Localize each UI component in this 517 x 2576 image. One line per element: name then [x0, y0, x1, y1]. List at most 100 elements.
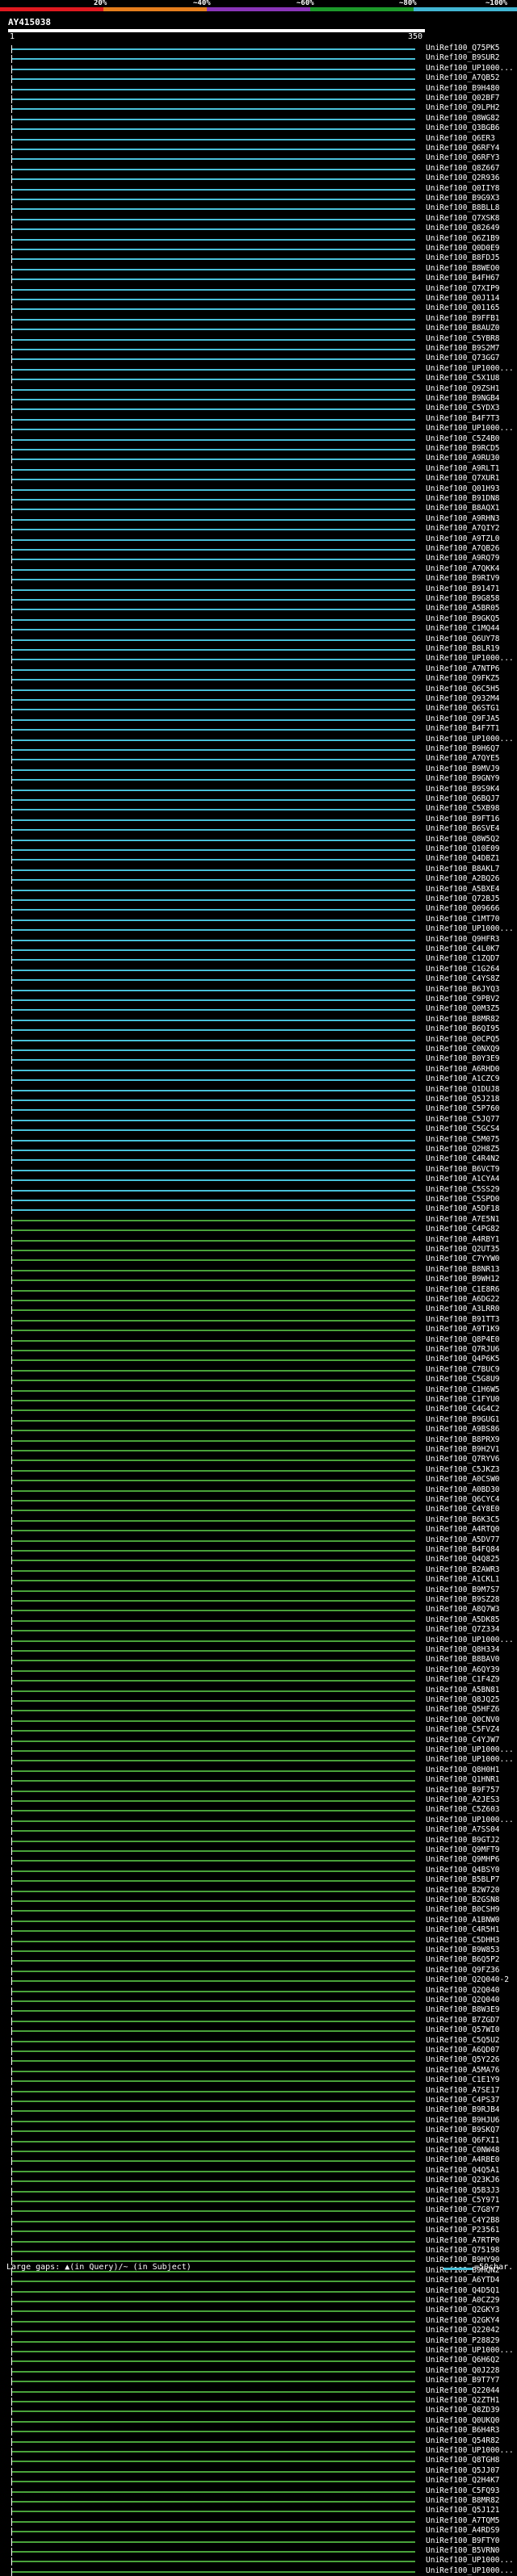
- hit-label[interactable]: UniRef100_Q2Q040-2: [426, 1975, 509, 1985]
- table-row[interactable]: UniRef100_B6Q5P2: [0, 1955, 517, 1966]
- hit-label[interactable]: UniRef100_Q7XUR1: [426, 474, 500, 484]
- hit-label[interactable]: UniRef100_C5X1U8: [426, 374, 500, 383]
- hit-label[interactable]: UniRef100_Q2R936: [426, 174, 500, 183]
- table-row[interactable]: UniRef100_A2BQ26: [0, 874, 517, 885]
- table-row[interactable]: UniRef100_Q01H93: [0, 484, 517, 494]
- hit-label[interactable]: UniRef100_A5BR05: [426, 604, 500, 614]
- table-row[interactable]: UniRef100_Q9MFT9: [0, 1845, 517, 1855]
- hit-label[interactable]: UniRef100_Q4DBZ1: [426, 854, 500, 864]
- table-row[interactable]: UniRef100_B6H4R3: [0, 2426, 517, 2436]
- hit-label[interactable]: UniRef100_B9T7Y7: [426, 2376, 500, 2385]
- table-row[interactable]: UniRef100_A5BN81: [0, 1686, 517, 1695]
- table-row[interactable]: UniRef100_UP1000...: [0, 1755, 517, 1766]
- table-row[interactable]: UniRef100_B2W720: [0, 1886, 517, 1895]
- table-row[interactable]: UniRef100_Q01165: [0, 304, 517, 314]
- hit-label[interactable]: UniRef100_Q9MFT9: [426, 1845, 500, 1855]
- table-row[interactable]: UniRef100_B8WEO0: [0, 264, 517, 274]
- hit-label[interactable]: UniRef100_A0CSW0: [426, 1475, 500, 1485]
- table-row[interactable]: UniRef100_C5GCS4: [0, 1125, 517, 1135]
- hit-label[interactable]: UniRef100_C5YDX3: [426, 404, 500, 413]
- hit-label[interactable]: UniRef100_B6JYQ3: [426, 985, 500, 995]
- table-row[interactable]: UniRef100_Q0UKQ0: [0, 2416, 517, 2426]
- table-row[interactable]: UniRef100_B8W3E9: [0, 2005, 517, 2016]
- table-row[interactable]: UniRef100_B9FFB1: [0, 314, 517, 324]
- hit-label[interactable]: UniRef100_A1BNW0: [426, 1916, 500, 1925]
- table-row[interactable]: UniRef100_A7QB26: [0, 544, 517, 554]
- hit-label[interactable]: UniRef100_Q5J218: [426, 1095, 500, 1104]
- table-row[interactable]: UniRef100_Q5J218: [0, 1095, 517, 1104]
- hit-label[interactable]: UniRef100_C5SPD0: [426, 1195, 500, 1204]
- table-row[interactable]: UniRef100_Q0CPQ5: [0, 1035, 517, 1045]
- hit-label[interactable]: UniRef100_C5Z603: [426, 1805, 500, 1815]
- hit-label[interactable]: UniRef100_B5VRN0: [426, 2546, 500, 2556]
- table-row[interactable]: UniRef100_Q02BF7: [0, 94, 517, 103]
- hit-label[interactable]: UniRef100_C4Y2B8: [426, 2216, 500, 2226]
- table-row[interactable]: UniRef100_C5FQ93: [0, 2486, 517, 2496]
- table-row[interactable]: UniRef100_C1G264: [0, 965, 517, 974]
- hit-label[interactable]: UniRef100_Q9MHP6: [426, 1855, 500, 1865]
- table-row[interactable]: UniRef100_Q10E09: [0, 844, 517, 854]
- hit-label[interactable]: UniRef100_B6VCT9: [426, 1165, 500, 1175]
- table-row[interactable]: UniRef100_Q7XIP9: [0, 284, 517, 294]
- table-row[interactable]: UniRef100_A1CYA4: [0, 1175, 517, 1185]
- hit-label[interactable]: UniRef100_Q7Z334: [426, 1625, 500, 1635]
- hit-label[interactable]: UniRef100_B8BLL8: [426, 203, 500, 213]
- hit-label[interactable]: UniRef100_C4L0K7: [426, 945, 500, 954]
- hit-label[interactable]: UniRef100_B9SZ28: [426, 1595, 500, 1605]
- table-row[interactable]: UniRef100_Q9FJA5: [0, 714, 517, 724]
- table-row[interactable]: UniRef100_Q2H4K7: [0, 2476, 517, 2486]
- hit-label[interactable]: UniRef100_Q4BSY0: [426, 1866, 500, 1875]
- hit-label[interactable]: UniRef100_C5Z4B0: [426, 434, 500, 444]
- table-row[interactable]: UniRef100_B4F7T1: [0, 724, 517, 735]
- hit-label[interactable]: UniRef100_B0Y3E9: [426, 1054, 500, 1064]
- hit-label[interactable]: UniRef100_B2GSN8: [426, 1895, 500, 1905]
- hit-label[interactable]: UniRef100_Q8P4E0: [426, 1335, 500, 1345]
- hit-label[interactable]: UniRef100_B9FT16: [426, 815, 500, 824]
- hit-label[interactable]: UniRef100_B9S9K4: [426, 785, 500, 794]
- hit-label[interactable]: UniRef100_A5MA76: [426, 2066, 500, 2075]
- table-row[interactable]: UniRef100_A6QD07: [0, 2046, 517, 2055]
- hit-label[interactable]: UniRef100_B4F7T1: [426, 724, 500, 734]
- hit-label[interactable]: UniRef100_Q5HFZ6: [426, 1705, 500, 1715]
- hit-label[interactable]: UniRef100_A2JES3: [426, 1795, 500, 1805]
- hit-label[interactable]: UniRef100_Q22044: [426, 2386, 500, 2396]
- table-row[interactable]: UniRef100_A5DF18: [0, 1204, 517, 1215]
- table-row[interactable]: UniRef100_Q8Z667: [0, 164, 517, 174]
- table-row[interactable]: UniRef100_B8MR82: [0, 1015, 517, 1024]
- table-row[interactable]: UniRef100_B8BAV0: [0, 1655, 517, 1665]
- table-row[interactable]: UniRef100_C4PS37: [0, 2096, 517, 2105]
- table-row[interactable]: UniRef100_Q0M3Z5: [0, 1004, 517, 1015]
- table-row[interactable]: UniRef100_A9BS86: [0, 1425, 517, 1435]
- hit-label[interactable]: UniRef100_UP1000...: [426, 924, 514, 934]
- hit-label[interactable]: UniRef100_B9RJB4: [426, 2105, 500, 2115]
- hit-label[interactable]: UniRef100_A7QYE5: [426, 754, 500, 764]
- hit-label[interactable]: UniRef100_Q7RYV6: [426, 1455, 500, 1464]
- hit-label[interactable]: UniRef100_Q4Q825: [426, 1555, 500, 1564]
- table-row[interactable]: UniRef100_UP1000...: [0, 2446, 517, 2456]
- table-row[interactable]: UniRef100_C4Y2B8: [0, 2216, 517, 2226]
- hit-label[interactable]: UniRef100_C1E1Y9: [426, 2075, 500, 2085]
- table-row[interactable]: UniRef100_B9SUR2: [0, 53, 517, 64]
- table-row[interactable]: UniRef100_Q6STG1: [0, 704, 517, 714]
- hit-label[interactable]: UniRef100_B9S2M7: [426, 344, 500, 354]
- hit-label[interactable]: UniRef100_C4G4C2: [426, 1405, 500, 1414]
- table-row[interactable]: UniRef100_C7BUC9: [0, 1365, 517, 1375]
- hit-label[interactable]: UniRef100_C1E8R6: [426, 1285, 500, 1295]
- table-row[interactable]: UniRef100_C7YYW0: [0, 1254, 517, 1265]
- hit-label[interactable]: UniRef100_B9G9X3: [426, 194, 500, 203]
- hit-label[interactable]: UniRef100_C4PS37: [426, 2096, 500, 2105]
- hit-label[interactable]: UniRef100_C5FVZ4: [426, 1725, 500, 1735]
- hit-label[interactable]: UniRef100_B8FDJ5: [426, 253, 500, 263]
- hit-label[interactable]: UniRef100_C4PG82: [426, 1225, 500, 1234]
- table-row[interactable]: UniRef100_UP1000...: [0, 2566, 517, 2576]
- hit-label[interactable]: UniRef100_Q8H334: [426, 1645, 500, 1655]
- table-row[interactable]: UniRef100_B9FT16: [0, 815, 517, 824]
- hit-label[interactable]: UniRef100_C1MT70: [426, 915, 500, 924]
- hit-label[interactable]: UniRef100_C5FQ93: [426, 2486, 500, 2496]
- table-row[interactable]: UniRef100_C1FYU0: [0, 1395, 517, 1405]
- hit-label[interactable]: UniRef100_C4YJW7: [426, 1736, 500, 1745]
- hit-label[interactable]: UniRef100_UP1000...: [426, 1745, 514, 1755]
- table-row[interactable]: UniRef100_B2GSN8: [0, 1895, 517, 1905]
- hit-label[interactable]: UniRef100_B0CSH9: [426, 1905, 500, 1915]
- table-row[interactable]: UniRef100_A7TQM5: [0, 2516, 517, 2526]
